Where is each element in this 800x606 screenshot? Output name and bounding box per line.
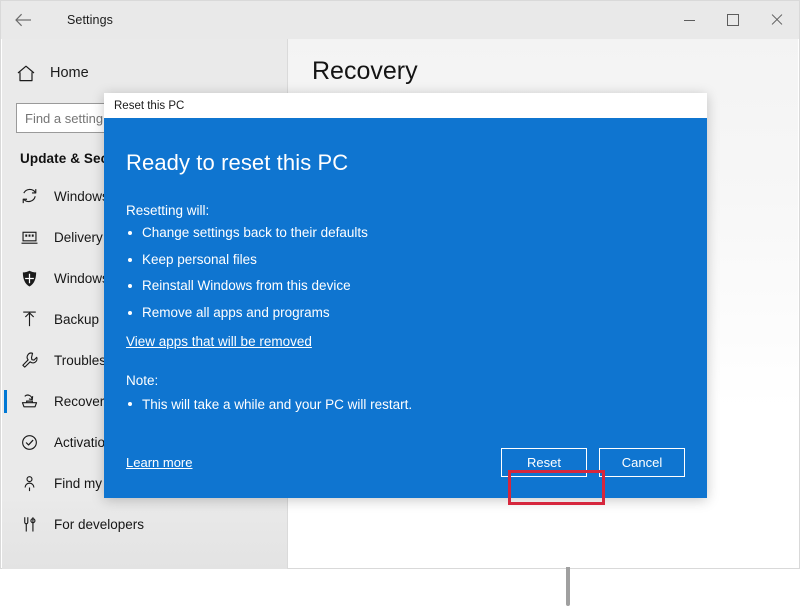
learn-more-link[interactable]: Learn more [126,455,192,470]
close-button[interactable] [755,1,799,39]
window-title: Settings [67,13,113,27]
view-apps-removed-link[interactable]: View apps that will be removed [126,334,312,349]
maximize-button[interactable] [711,1,755,39]
home-icon [16,64,50,83]
list-item: Keep personal files [126,252,685,267]
list-item: Change settings back to their defaults [126,226,685,240]
sidebar-item-label: Recovery [54,394,112,409]
dialog-title: Reset this PC [114,99,185,112]
dialog-note-list: This will take a while and your PC will … [126,397,685,412]
dialog-body: Ready to reset this PC Resetting will: C… [104,118,707,505]
dialog-footer: Learn more Reset Cancel [104,426,707,498]
minimize-button[interactable] [667,1,711,39]
minimize-icon [683,19,695,21]
window-controls [667,1,799,39]
maximize-icon [727,14,739,26]
sidebar-item-home[interactable]: Home [2,53,288,93]
close-icon [771,14,783,26]
dialog-bullet-list: Change settings back to their defaults K… [126,226,685,319]
dialog-button-group: Reset Cancel [501,447,685,477]
sidebar-item-label: For developers [54,517,145,532]
dialog-heading: Ready to reset this PC [126,150,349,175]
dialog-note-label: Note: [126,373,159,388]
sidebar-item-label: Windows [54,271,109,286]
windows-update-icon [20,187,54,206]
wrench-icon [20,351,54,370]
sidebar-item-label: Backup [54,312,100,327]
reset-this-pc-dialog: Reset this PC Ready to reset this PC Res… [104,93,707,505]
list-item: Remove all apps and programs [126,305,685,320]
reset-button[interactable]: Reset [501,447,587,477]
list-item: Reinstall Windows from this device [126,279,685,293]
recovery-icon [20,392,54,411]
shield-icon [20,269,54,288]
find-my-device-icon [20,474,54,493]
backup-upload-icon [20,310,54,329]
back-arrow-icon [14,13,31,27]
developer-tools-icon [20,515,54,534]
dialog-subheading: Resetting will: [126,203,210,218]
back-button[interactable] [1,1,45,39]
delivery-optimization-icon [20,228,54,247]
sidebar-item-label: Windows [54,189,109,204]
cancel-button[interactable]: Cancel [599,447,685,477]
check-circle-icon [20,433,54,452]
settings-window: Settings Home Update & Secu [0,0,800,606]
list-item: This will take a while and your PC will … [126,397,685,412]
sidebar-item-for-developers[interactable]: For developers [2,504,288,545]
sidebar-home-label: Home [50,65,89,81]
window-titlebar: Settings [1,1,799,39]
page-title: Recovery [312,57,418,85]
dialog-titlebar: Reset this PC [104,93,707,118]
